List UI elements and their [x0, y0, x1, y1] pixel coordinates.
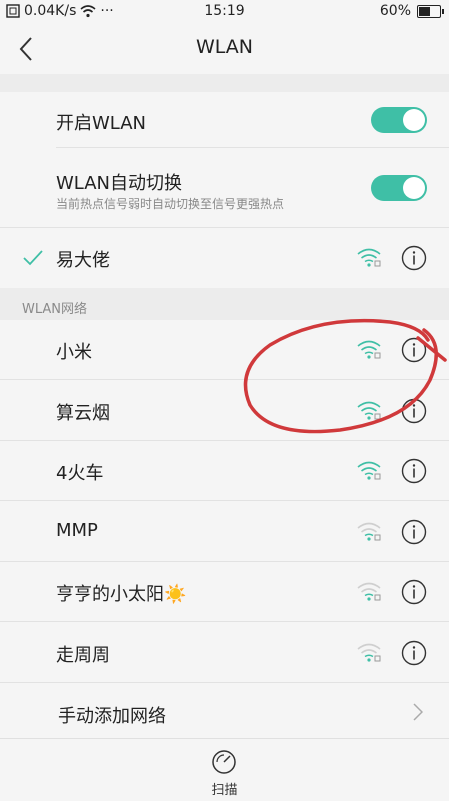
auto-switch-row[interactable]: WLAN自动切换 当前热点信号弱时自动切换至信号更强热点: [0, 148, 449, 228]
divider: [0, 500, 449, 501]
wifi-icon: [357, 401, 381, 420]
network-row[interactable]: 算云烟: [0, 381, 449, 441]
auto-switch-toggle[interactable]: [371, 175, 427, 201]
network-name: 4火车: [56, 463, 104, 484]
info-icon[interactable]: [401, 519, 427, 545]
bottom-bar: 扫描: [0, 738, 449, 801]
wifi-icon: [357, 522, 381, 541]
scan-label: 扫描: [211, 783, 238, 798]
add-network-label: 手动添加网络: [58, 706, 166, 727]
divider: [0, 379, 449, 380]
network-row[interactable]: 4火车: [0, 441, 449, 501]
networks-section-label: WLAN网络: [22, 302, 88, 317]
chevron-right-icon: [413, 703, 423, 721]
nav-bar: WLAN: [0, 24, 449, 74]
auto-switch-description: 当前热点信号弱时自动切换至信号更强热点: [56, 197, 285, 211]
wifi-icon: [357, 582, 381, 601]
check-icon: [23, 250, 43, 266]
info-icon[interactable]: [401, 398, 427, 424]
add-network-row[interactable]: 手动添加网络: [0, 684, 449, 738]
page-title: WLAN: [195, 36, 254, 58]
battery-fill: [419, 6, 430, 16]
scan-icon[interactable]: [211, 749, 237, 775]
divider: [0, 682, 449, 683]
connected-network-row[interactable]: 易大佬: [0, 228, 449, 288]
info-icon[interactable]: [401, 245, 427, 271]
wifi-icon: [357, 248, 381, 267]
network-name: 小米: [56, 342, 92, 363]
wlan-toggle-row[interactable]: 开启WLAN: [0, 92, 449, 148]
network-name: 走周周: [56, 645, 110, 666]
network-row[interactable]: 走周周: [0, 623, 449, 683]
auto-switch-label: WLAN自动切换: [56, 173, 183, 194]
info-icon[interactable]: [401, 640, 427, 666]
network-row[interactable]: 小米: [0, 320, 449, 380]
network-row[interactable]: 亨亨的小太阳☀️: [0, 562, 449, 622]
wifi-icon: [357, 340, 381, 359]
wlan-toggle[interactable]: [371, 107, 427, 133]
status-right: 60%: [379, 3, 444, 19]
wlan-toggle-label: 开启WLAN: [56, 113, 147, 134]
status-bar: 0.04K/s ··· 15:19 60%: [0, 0, 449, 24]
section-gap: [0, 74, 449, 92]
info-icon[interactable]: [401, 579, 427, 605]
network-row[interactable]: MMP: [0, 502, 449, 562]
info-icon[interactable]: [401, 337, 427, 363]
battery-icon: [417, 4, 444, 18]
info-icon[interactable]: [401, 458, 427, 484]
networks-section-header: WLAN网络: [0, 288, 449, 320]
divider: [0, 621, 449, 622]
connected-network-name: 易大佬: [56, 250, 110, 271]
toggle-knob: [403, 177, 425, 199]
network-name: MMP: [56, 520, 98, 541]
toggle-knob: [403, 109, 425, 131]
network-name: 算云烟: [56, 403, 110, 424]
network-name: 亨亨的小太阳☀️: [56, 584, 187, 605]
wifi-icon: [357, 461, 381, 480]
wifi-icon: [357, 643, 381, 662]
battery-percent: 60%: [379, 3, 411, 19]
